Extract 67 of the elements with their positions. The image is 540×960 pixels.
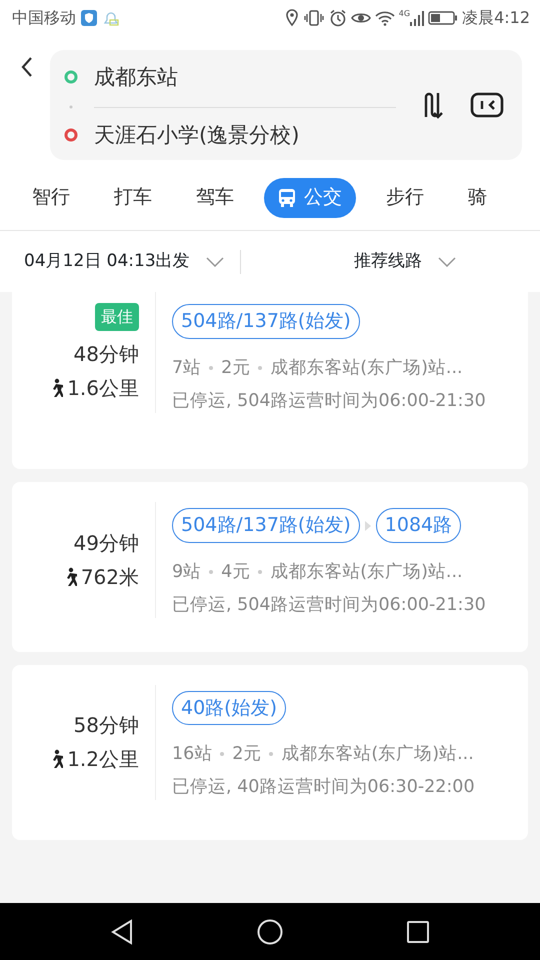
route-card[interactable]: 58分钟 1.2公里 40路(始发) 16站 2元 成都东客站(东广场)站... 已停运, 40路运营时间为06:30-22:00 — [12, 664, 528, 840]
destination-dot-icon — [64, 128, 78, 142]
fare-text: 2元 — [232, 743, 262, 766]
duration-text: 49分钟 — [74, 530, 139, 557]
location-icon — [284, 9, 299, 27]
separator-dot — [209, 366, 214, 370]
chevron-down-icon — [206, 256, 224, 266]
stops-count: 16站 — [172, 743, 212, 766]
transfer-arrow-icon — [364, 520, 372, 532]
back-icon — [20, 56, 34, 78]
home-circle-icon — [256, 918, 283, 944]
walk-distance: 762米 — [80, 564, 139, 591]
separator-dot — [258, 366, 262, 370]
nav-back-button[interactable] — [110, 918, 134, 944]
bus-line-tag[interactable]: 504路/137路(始发) — [172, 304, 360, 338]
route-card[interactable]: 最佳 48分钟 1.6公里 504路/137路(始发) 7站 2元 成都东客站(东广场)站... 已停运, 504路运营时间为06:00-21:30 — [12, 292, 528, 470]
bus-line-tag[interactable]: 40路(始发) — [172, 690, 286, 725]
service-note: 已停运, 504路运营时间为06:00-21:30 — [172, 390, 487, 413]
separator-dot — [209, 570, 214, 574]
mode-tab[interactable]: 驾车 — [182, 178, 248, 218]
vibrate-icon — [302, 9, 325, 27]
mode-tab[interactable]: 骑 — [454, 178, 501, 218]
fare-text: 4元 — [221, 560, 250, 584]
duration-text: 48分钟 — [74, 340, 139, 368]
bus-line-tag[interactable]: 504路/137路(始发) — [172, 508, 360, 543]
home-button[interactable] — [256, 918, 283, 944]
best-badge: 最佳 — [95, 302, 139, 331]
departure-time-dropdown[interactable]: 04月12日 04:13出发 — [0, 242, 240, 280]
separator-dot — [269, 752, 274, 756]
commute-button[interactable] — [470, 92, 504, 118]
mode-tab[interactable]: 公交 — [264, 178, 356, 218]
back-triangle-icon — [110, 918, 134, 944]
wifi-icon — [374, 10, 395, 26]
shield-icon — [80, 9, 98, 27]
walk-distance: 1.6公里 — [67, 374, 139, 402]
bus-icon — [278, 188, 296, 208]
separator-dot — [220, 752, 224, 756]
carrier-name: 中国移动 — [12, 7, 76, 29]
stops-count: 9站 — [172, 560, 202, 584]
alarm-icon — [328, 9, 347, 27]
duration-text: 58分钟 — [74, 712, 139, 740]
mode-tab[interactable]: 打车 — [100, 178, 166, 218]
status-time: 凌晨4:12 — [462, 7, 530, 29]
stops-count: 7站 — [172, 356, 202, 380]
network-type: 4G — [398, 10, 410, 18]
boarding-station: 成都东客站(东广场)站... — [281, 743, 474, 766]
origin-field[interactable]: 成都东站 — [94, 66, 178, 88]
mode-tab[interactable]: 智行 — [18, 178, 84, 218]
card-icon — [470, 92, 504, 118]
bus-line-tag[interactable]: 1084路 — [376, 508, 462, 543]
separator-dot — [258, 570, 262, 574]
origin-dot-icon — [64, 70, 78, 84]
boarding-station: 成都东客站(东广场)站... — [270, 356, 463, 380]
sort-dropdown[interactable]: 推荐线路 — [342, 242, 468, 280]
battery-icon — [428, 10, 458, 26]
fare-text: 2元 — [221, 356, 250, 380]
signal-icon — [410, 10, 424, 26]
boarding-station: 成都东客站(东广场)站... — [270, 560, 463, 584]
walk-distance: 1.2公里 — [67, 746, 139, 774]
destination-field[interactable]: 天涯石小学(逸景分校) — [94, 124, 300, 146]
chevron-down-icon — [438, 256, 456, 266]
service-note: 已停运, 40路运营时间为06:30-22:00 — [172, 776, 476, 800]
route-card[interactable]: 49分钟 762米 504路/137路(始发) 1084路 9站 4元 成都东客站(东广场)站... 已停运, 504路运营时间为06:00-21:30 — [12, 482, 528, 652]
square-icon — [406, 920, 430, 944]
service-note: 已停运, 504路运营时间为06:00-21:30 — [172, 594, 487, 617]
recents-button[interactable] — [406, 919, 430, 944]
mode-tab[interactable]: 步行 — [372, 178, 438, 218]
